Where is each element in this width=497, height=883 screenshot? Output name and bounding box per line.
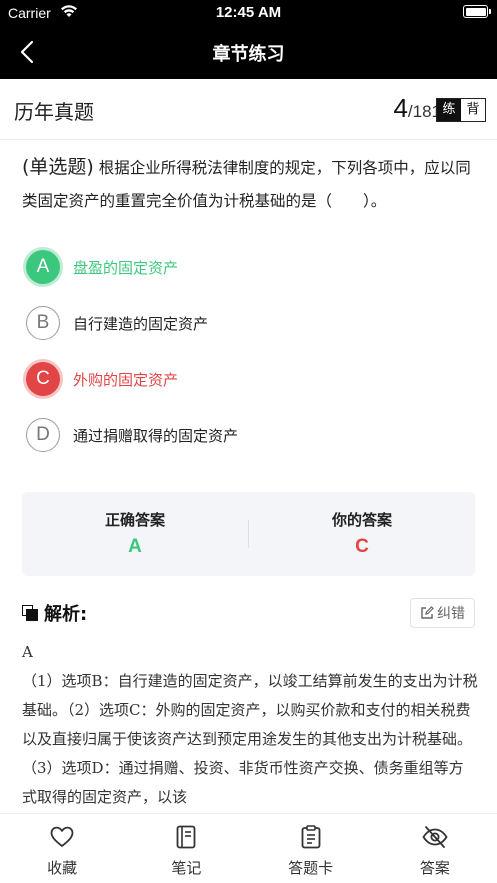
section-title: 历年真题 bbox=[14, 100, 94, 124]
battery-icon bbox=[463, 5, 491, 18]
your-answer-column: 你的答案 C bbox=[249, 492, 475, 576]
tab-notes[interactable]: 笔记 bbox=[124, 814, 248, 883]
mode-memorize-button[interactable]: 背 bbox=[461, 99, 485, 121]
current-question-number: 4 bbox=[393, 93, 408, 123]
analysis-header: 解析: bbox=[22, 600, 87, 626]
analysis-icon bbox=[22, 605, 38, 621]
question-stem: (单选题) 根据企业所得税法律制度的规定，下列各项中，应以同类固定资产的重置完全… bbox=[22, 151, 480, 218]
question-type: (单选题) bbox=[22, 156, 94, 178]
your-answer-value: C bbox=[355, 536, 369, 557]
tab-notes-label: 笔记 bbox=[171, 859, 202, 877]
analysis-text: （1）选项B：自行建造的固定资产，以竣工结算前发生的支出为计税基础。（2）选项C… bbox=[22, 672, 478, 806]
eye-off-icon bbox=[422, 826, 448, 848]
question-counter: 4/181 bbox=[393, 93, 441, 124]
answer-comparison-card: 正确答案 A 你的答案 C bbox=[22, 492, 475, 576]
analysis-content: A （1）选项B：自行建造的固定资产，以竣工结算前发生的支出为计税基础。（2）选… bbox=[22, 638, 478, 812]
option-b[interactable]: B 自行建造的固定资产 bbox=[26, 304, 466, 342]
edit-icon bbox=[421, 606, 434, 619]
bottom-tab-bar: 收藏 笔记 答题卡 答案 bbox=[0, 813, 497, 883]
option-a[interactable]: A 盘盈的固定资产 bbox=[26, 248, 466, 286]
status-bar: Carrier 12:45 AM bbox=[0, 0, 497, 26]
question-header: 历年真题 4/181 练 背 bbox=[0, 79, 497, 140]
report-error-button[interactable]: 纠错 bbox=[410, 598, 475, 628]
report-error-label: 纠错 bbox=[437, 606, 465, 622]
mode-toggle[interactable]: 练 背 bbox=[436, 98, 486, 122]
correct-answer-label: 正确答案 bbox=[104, 511, 165, 529]
option-a-text: 盘盈的固定资产 bbox=[73, 258, 179, 277]
option-b-text: 自行建造的固定资产 bbox=[73, 314, 209, 333]
option-d-text: 通过捐赠取得的固定资产 bbox=[73, 426, 239, 445]
option-c-letter: C bbox=[26, 362, 60, 396]
option-d[interactable]: D 通过捐赠取得的固定资产 bbox=[26, 416, 466, 454]
correct-answer-column: 正确答案 A bbox=[22, 492, 248, 576]
correct-answer-value: A bbox=[128, 536, 142, 557]
option-a-letter: A bbox=[26, 250, 60, 284]
option-c[interactable]: C 外购的固定资产 bbox=[26, 360, 466, 398]
notebook-icon bbox=[176, 825, 196, 849]
analysis-title: 解析: bbox=[44, 604, 88, 625]
tab-answer-sheet-label: 答题卡 bbox=[288, 859, 334, 877]
tab-answer-sheet[interactable]: 答题卡 bbox=[249, 814, 373, 883]
answer-sheet-icon bbox=[301, 825, 321, 849]
tab-favorite[interactable]: 收藏 bbox=[0, 814, 124, 883]
top-bar: Carrier 12:45 AM 章节练习 bbox=[0, 0, 497, 79]
option-d-letter: D bbox=[26, 418, 60, 452]
heart-icon bbox=[50, 826, 74, 847]
your-answer-label: 你的答案 bbox=[331, 511, 392, 529]
tab-answer[interactable]: 答案 bbox=[373, 814, 497, 883]
tab-answer-label: 答案 bbox=[419, 859, 450, 877]
mode-practice-button[interactable]: 练 bbox=[437, 99, 461, 121]
status-time: 12:45 AM bbox=[215, 4, 282, 21]
analysis-answer: A bbox=[22, 643, 33, 661]
option-b-letter: B bbox=[26, 306, 60, 340]
tab-favorite-label: 收藏 bbox=[47, 859, 78, 877]
page-title: 章节练习 bbox=[212, 44, 285, 65]
option-c-text: 外购的固定资产 bbox=[73, 370, 179, 389]
